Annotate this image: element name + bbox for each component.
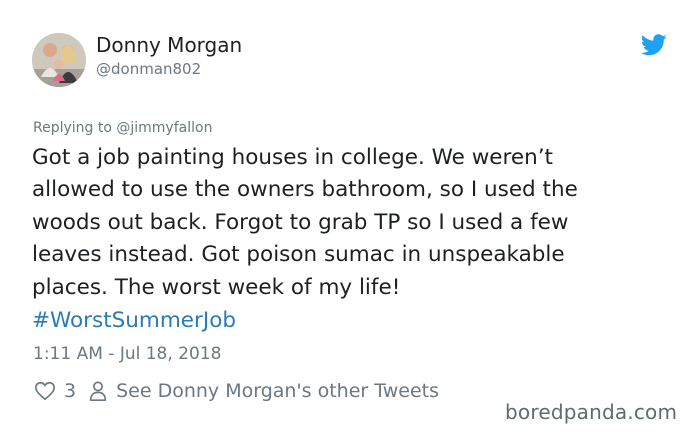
tweet-timestamp[interactable]: 1:11 AM - Jul 18, 2018 (33, 344, 221, 364)
tweet-actions: 3 See Donny Morgan's other Tweets (34, 380, 439, 402)
watermark: boredpanda.com (505, 400, 678, 424)
tweet-text: Got a job painting houses in college. We… (32, 145, 578, 300)
twitter-bird-icon[interactable] (641, 34, 667, 56)
avatar[interactable] (32, 33, 86, 87)
person-icon[interactable] (88, 380, 108, 402)
replying-to-label[interactable]: Replying to @jimmyfallon (33, 120, 212, 136)
hashtag-link[interactable]: #WorstSummerJob (32, 305, 236, 337)
other-tweets-link[interactable]: See Donny Morgan's other Tweets (116, 380, 439, 402)
author-name[interactable]: Donny Morgan (96, 33, 242, 57)
like-count[interactable]: 3 (64, 380, 76, 402)
author-handle[interactable]: @donman802 (96, 60, 201, 78)
tweet-card: Donny Morgan @donman802 Replying to @jim… (0, 0, 700, 436)
avatar-photo (32, 33, 86, 87)
heart-icon[interactable] (34, 380, 56, 402)
